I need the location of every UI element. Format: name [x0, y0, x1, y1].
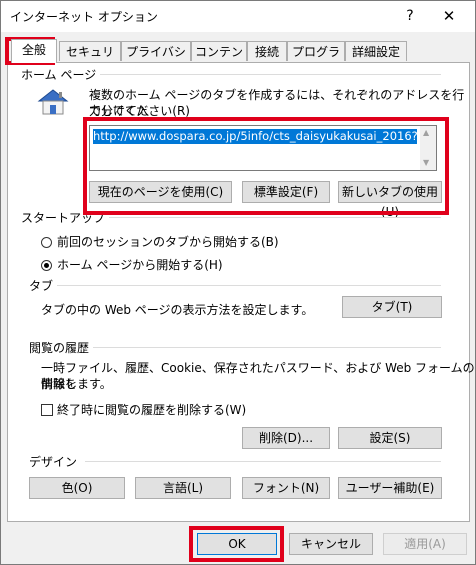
history-group-label: 閲覧の履歴: [29, 339, 94, 356]
delete-on-exit-checkbox[interactable]: [41, 404, 53, 416]
homepage-url-value: http://www.dospara.co.jp/5info/cts_daisy…: [93, 129, 417, 144]
internet-options-dialog: インターネット オプション ? ✕ 全般 セキュリティ プライバシー コンテンツ…: [0, 0, 476, 565]
design-group-label: デザイン: [29, 453, 82, 470]
accessibility-button[interactable]: ユーザー補助(E): [338, 477, 442, 499]
startup-home-radio[interactable]: [41, 260, 52, 271]
colors-button[interactable]: 色(O): [29, 477, 125, 499]
tab-security[interactable]: セキュリティ: [59, 41, 121, 79]
delete-history-button[interactable]: 削除(D)...: [242, 427, 330, 449]
scroll-down-icon[interactable]: ▼: [423, 158, 429, 167]
history-settings-button[interactable]: 設定(S): [338, 427, 442, 449]
tab-general[interactable]: 全般: [11, 39, 57, 63]
tab-content[interactable]: コンテンツ: [191, 41, 247, 79]
tab-advanced[interactable]: 詳細設定: [345, 41, 407, 61]
cancel-button[interactable]: キャンセル: [289, 533, 373, 555]
homepage-divider: [79, 74, 441, 75]
close-button[interactable]: ✕: [429, 5, 469, 27]
startup-group-label: スタートアップ: [21, 209, 110, 226]
delete-on-exit-label[interactable]: 終了時に閲覧の履歴を削除する(W): [57, 402, 246, 418]
tab-privacy[interactable]: プライバシー: [121, 41, 191, 79]
tabs-description: タブの中の Web ページの表示方法を設定します。: [41, 303, 314, 317]
homepage-description-2: 力してください(R): [89, 104, 190, 118]
homepage-group-label: ホーム ページ: [21, 66, 101, 83]
tab-connections[interactable]: 接続: [247, 41, 287, 61]
design-divider: [85, 461, 441, 462]
url-scrollbar[interactable]: ▲ ▼: [420, 126, 436, 170]
scroll-up-icon[interactable]: ▲: [423, 128, 429, 137]
use-default-button[interactable]: 標準設定(F): [242, 181, 330, 203]
homepage-url-input[interactable]: http://www.dospara.co.jp/5info/cts_daisy…: [89, 125, 437, 171]
tabs-settings-button[interactable]: タブ(T): [342, 296, 442, 318]
startup-tabs-label[interactable]: 前回のセッションのタブから開始する(B): [57, 234, 279, 250]
apply-button[interactable]: 適用(A): [383, 533, 467, 555]
startup-divider: [93, 217, 441, 218]
ok-button[interactable]: OK: [197, 533, 277, 555]
window-title: インターネット オプション: [10, 10, 158, 24]
tab-programs[interactable]: プログラム: [287, 41, 345, 79]
title-bar: インターネット オプション ? ✕: [1, 1, 475, 32]
use-current-button[interactable]: 現在のページを使用(C): [89, 181, 232, 203]
use-new-tab-button[interactable]: 新しいタブの使用(U): [338, 181, 442, 219]
fonts-button[interactable]: フォント(N): [242, 477, 330, 499]
help-button[interactable]: ?: [397, 5, 423, 27]
history-description-2: 削除します。: [41, 377, 112, 391]
history-divider: [85, 347, 441, 348]
tab-strip: 全般 セキュリティ プライバシー コンテンツ 接続 プログラム 詳細設定: [7, 39, 471, 79]
house-icon: [35, 87, 71, 117]
startup-tabs-radio[interactable]: [41, 237, 52, 248]
tabs-divider: [45, 285, 441, 286]
languages-button[interactable]: 言語(L): [135, 477, 231, 499]
tabs-group-label: タブ: [29, 277, 58, 294]
startup-home-label[interactable]: ホーム ページから開始する(H): [57, 257, 223, 273]
